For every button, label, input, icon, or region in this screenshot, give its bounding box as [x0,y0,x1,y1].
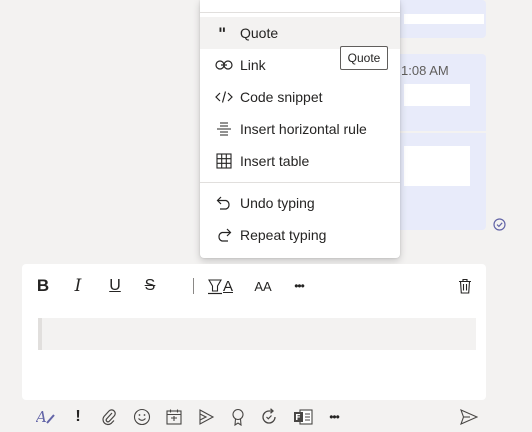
stream-icon [199,409,215,425]
svg-text:F: F [295,413,300,422]
send-icon [460,409,478,425]
underline-button[interactable]: U [102,272,128,300]
send-button[interactable] [456,404,482,430]
forms-button[interactable]: F [290,404,316,430]
more-apps-button[interactable]: ••• [321,404,347,430]
horizontal-rule-icon [214,119,234,139]
menu-item-repeat-typing[interactable]: Repeat typing [200,219,400,251]
more-options-button[interactable]: ••• [286,272,312,300]
important-button[interactable]: ! [65,404,91,430]
menu-item-code-snippet[interactable]: Code snippet [200,81,400,113]
bold-button[interactable]: B [30,272,56,300]
seen-check-icon [493,218,506,231]
undo-icon [214,193,234,213]
format-toolbar: B I U S A AA ••• [22,272,486,300]
attach-button[interactable] [96,404,122,430]
stream-button[interactable] [193,404,219,430]
strikethrough-button[interactable]: S [137,272,163,300]
format-icon: A [36,408,55,426]
code-icon [214,87,234,107]
trash-icon [459,278,471,294]
menu-item-quote[interactable]: " Quote [200,17,400,49]
compose-actions: A ! F ••• [0,404,532,432]
font-size-button[interactable]: AA [250,272,276,300]
format-more-menu: " Quote Link Code snippet Insert horizon… [200,0,400,258]
quote-icon: " [214,23,234,43]
loop-icon [262,408,276,424]
message-timestamp: 1:08 AM [401,63,449,78]
svg-text:A: A [36,408,47,426]
menu-item-label: Insert table [240,153,310,169]
tooltip: Quote [340,46,388,70]
menu-item-label: Insert horizontal rule [240,121,367,137]
schedule-meeting-button[interactable] [161,404,187,430]
message-input[interactable] [38,318,476,350]
menu-item-horizontal-rule[interactable]: Insert horizontal rule [200,113,400,145]
discard-button[interactable] [452,272,478,300]
emoji-icon [133,408,151,426]
menu-item-insert-table[interactable]: Insert table [200,145,400,177]
menu-item-label: Repeat typing [240,227,327,243]
loop-button[interactable] [256,404,282,430]
attach-icon [102,409,116,426]
message-bubble [386,0,486,38]
toolbar-divider [193,278,194,294]
font-color-button[interactable]: A [215,272,241,300]
calendar-icon [166,409,182,425]
menu-item-undo-typing[interactable]: Undo typing [200,187,400,219]
message-bubble [386,54,486,230]
link-icon [214,55,234,75]
redo-icon [214,225,234,245]
menu-item-label: Undo typing [240,195,315,211]
praise-icon [232,408,244,426]
table-icon [214,151,234,171]
italic-button[interactable]: I [65,272,91,300]
svg-text:": " [218,26,226,40]
format-button[interactable]: A [33,404,59,430]
emoji-button[interactable] [129,404,155,430]
compose-box: B I U S A AA ••• [22,264,486,400]
menu-item-label: Link [240,57,266,73]
praise-button[interactable] [225,404,251,430]
menu-item-label: Code snippet [240,89,323,105]
menu-item-label: Quote [240,25,279,41]
forms-icon: F [294,409,313,425]
